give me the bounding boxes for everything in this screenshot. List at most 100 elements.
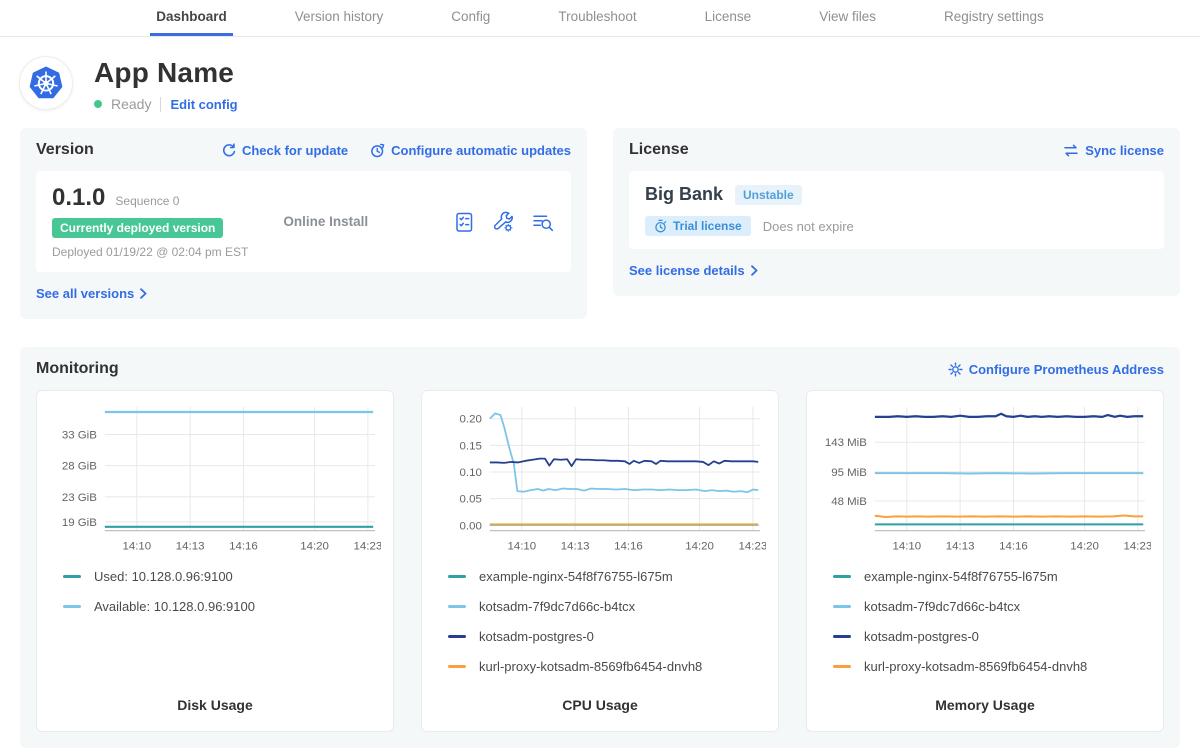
- svg-text:14:16: 14:16: [614, 541, 643, 553]
- legend-label: Used: 10.128.0.96:9100: [94, 569, 233, 584]
- cpu-usage-title: CPU Usage: [434, 697, 766, 713]
- legend-swatch: [833, 635, 851, 638]
- version-card: Version Check for update: [20, 128, 587, 319]
- install-type-label: Online Install: [283, 214, 453, 229]
- edit-config-link[interactable]: Edit config: [170, 97, 237, 112]
- legend-swatch: [448, 635, 466, 638]
- svg-text:0.05: 0.05: [460, 494, 482, 506]
- svg-text:14:16: 14:16: [999, 541, 1028, 553]
- cpu-usage-chart: 14:1014:1314:1614:2014:230.000.050.100.1…: [434, 403, 766, 557]
- legend-swatch: [448, 605, 466, 608]
- cpu-usage-panel: 14:1014:1314:1614:2014:230.000.050.100.1…: [421, 390, 779, 732]
- svg-text:0.20: 0.20: [460, 414, 482, 426]
- channel-badge: Unstable: [735, 185, 802, 205]
- status-dot: [94, 100, 102, 108]
- page-title: App Name: [94, 57, 238, 89]
- legend-swatch: [448, 575, 466, 578]
- legend-label: Available: 10.128.0.96:9100: [94, 599, 255, 614]
- legend-swatch: [448, 665, 466, 668]
- svg-text:0.15: 0.15: [460, 440, 482, 452]
- svg-text:14:10: 14:10: [892, 541, 921, 553]
- disk-usage-title: Disk Usage: [49, 697, 381, 713]
- tab-config[interactable]: Config: [445, 0, 496, 36]
- memory-usage-chart: 14:1014:1314:1614:2014:2348 MiB95 MiB143…: [819, 403, 1151, 557]
- legend-item: example-nginx-54f8f76755-l675m: [833, 569, 1151, 584]
- svg-text:14:20: 14:20: [1070, 541, 1099, 553]
- memory-usage-legend: example-nginx-54f8f76755-l675m kotsadm-7f…: [833, 569, 1151, 674]
- svg-text:14:23: 14:23: [354, 541, 381, 553]
- svg-text:14:16: 14:16: [229, 541, 258, 553]
- sync-icon: [1063, 144, 1079, 157]
- legend-item: kotsadm-7f9dc7d66c-b4tcx: [448, 599, 766, 614]
- legend-label: kotsadm-postgres-0: [864, 629, 979, 644]
- svg-text:14:13: 14:13: [946, 541, 975, 553]
- svg-text:19 GiB: 19 GiB: [62, 517, 97, 529]
- legend-swatch: [833, 575, 851, 578]
- legend-label: kotsadm-7f9dc7d66c-b4tcx: [864, 599, 1020, 614]
- schedule-icon: [370, 143, 385, 158]
- svg-text:14:23: 14:23: [739, 541, 766, 553]
- current-version-row: 0.1.0 Sequence 0 Currently deployed vers…: [36, 171, 571, 272]
- svg-text:14:20: 14:20: [300, 541, 329, 553]
- legend-item: kotsadm-7f9dc7d66c-b4tcx: [833, 599, 1151, 614]
- version-number: 0.1.0: [52, 184, 105, 212]
- legend-swatch: [833, 665, 851, 668]
- svg-text:0.00: 0.00: [460, 520, 482, 532]
- top-nav: Dashboard Version history Config Trouble…: [0, 0, 1200, 37]
- svg-text:14:10: 14:10: [507, 541, 536, 553]
- stopwatch-icon: [654, 219, 667, 233]
- svg-text:33 GiB: 33 GiB: [62, 429, 97, 441]
- tab-license[interactable]: License: [699, 0, 758, 36]
- disk-usage-legend: Used: 10.128.0.96:9100 Available: 10.128.…: [63, 569, 381, 614]
- license-details-row: Big Bank Unstable Trial l: [629, 171, 1164, 249]
- memory-usage-title: Memory Usage: [819, 697, 1151, 713]
- app-header: App Name Ready Edit config: [20, 57, 1180, 112]
- deployed-badge: Currently deployed version: [52, 218, 223, 238]
- license-card: License Sync license Big Bank Unstable: [613, 128, 1180, 296]
- view-logs-icon[interactable]: [531, 211, 555, 233]
- legend-item: Used: 10.128.0.96:9100: [63, 569, 381, 584]
- svg-text:14:13: 14:13: [176, 541, 205, 553]
- legend-label: kotsadm-postgres-0: [479, 629, 594, 644]
- legend-item: kotsadm-postgres-0: [833, 629, 1151, 644]
- legend-swatch: [63, 605, 81, 608]
- tab-view-files[interactable]: View files: [813, 0, 882, 36]
- tab-troubleshoot[interactable]: Troubleshoot: [552, 0, 642, 36]
- license-title: License: [629, 141, 689, 159]
- legend-item: kurl-proxy-kotsadm-8569fb6454-dnvh8: [833, 659, 1151, 674]
- cpu-usage-legend: example-nginx-54f8f76755-l675m kotsadm-7f…: [448, 569, 766, 674]
- configure-prometheus-button[interactable]: Configure Prometheus Address: [948, 362, 1164, 377]
- disk-usage-panel: 14:1014:1314:1614:2014:2319 GiB23 GiB28 …: [36, 390, 394, 732]
- legend-item: Available: 10.128.0.96:9100: [63, 599, 381, 614]
- legend-item: kurl-proxy-kotsadm-8569fb6454-dnvh8: [448, 659, 766, 674]
- status-text: Ready: [111, 96, 151, 112]
- check-for-update-button[interactable]: Check for update: [221, 143, 348, 158]
- legend-label: kotsadm-7f9dc7d66c-b4tcx: [479, 599, 635, 614]
- configure-automatic-updates-button[interactable]: Configure automatic updates: [370, 143, 571, 158]
- legend-label: kurl-proxy-kotsadm-8569fb6454-dnvh8: [479, 659, 702, 674]
- legend-label: kurl-proxy-kotsadm-8569fb6454-dnvh8: [864, 659, 1087, 674]
- trial-license-badge: Trial license: [645, 216, 751, 236]
- see-all-versions-link[interactable]: See all versions: [36, 286, 147, 301]
- refresh-icon: [221, 143, 236, 158]
- tab-dashboard[interactable]: Dashboard: [150, 0, 233, 36]
- svg-text:28 GiB: 28 GiB: [62, 461, 97, 473]
- svg-text:95 MiB: 95 MiB: [831, 467, 867, 479]
- svg-text:48 MiB: 48 MiB: [831, 496, 867, 508]
- sync-license-button[interactable]: Sync license: [1063, 143, 1164, 158]
- legend-label: example-nginx-54f8f76755-l675m: [479, 569, 673, 584]
- tab-version-history[interactable]: Version history: [289, 0, 390, 36]
- preflight-checks-icon[interactable]: [453, 211, 475, 233]
- see-license-details-link[interactable]: See license details: [629, 263, 758, 278]
- chevron-right-icon: [751, 265, 758, 276]
- config-wrench-icon[interactable]: [492, 211, 514, 233]
- divider: [160, 97, 161, 112]
- tab-registry-settings[interactable]: Registry settings: [938, 0, 1050, 36]
- kubernetes-icon: [28, 65, 64, 101]
- expiry-text: Does not expire: [763, 219, 854, 234]
- sequence-label: Sequence 0: [115, 194, 179, 208]
- legend-item: kotsadm-postgres-0: [448, 629, 766, 644]
- legend-label: example-nginx-54f8f76755-l675m: [864, 569, 1058, 584]
- app-logo: [20, 57, 72, 109]
- disk-usage-chart: 14:1014:1314:1614:2014:2319 GiB23 GiB28 …: [49, 403, 381, 557]
